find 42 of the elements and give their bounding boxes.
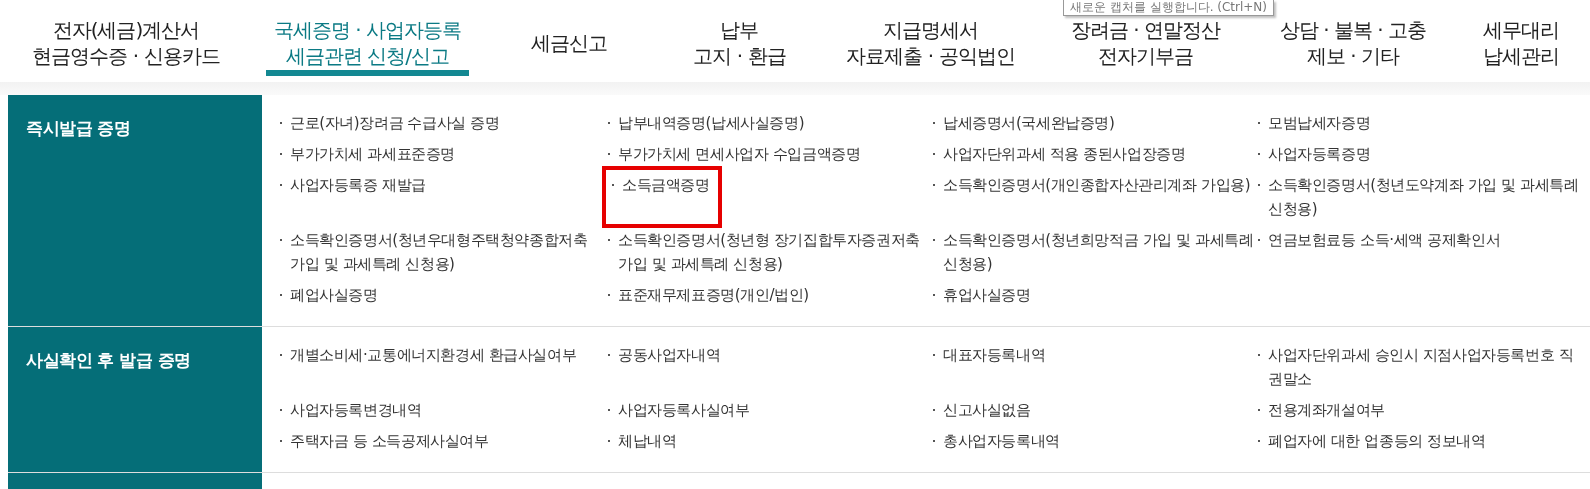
highlighted-link[interactable]: 소득금액증명 — [602, 166, 722, 228]
certificate-link[interactable]: 연금보험료등 소득·세액 공제확인서 — [1256, 228, 1501, 276]
nav-tab[interactable]: 세금신고 — [522, 17, 615, 76]
certificate-link[interactable]: 사업자단위과세 승인시 지점사업자등록번호 직권말소 — [1256, 343, 1580, 391]
certificate-link[interactable]: 휴업사실증명 — [931, 283, 1031, 307]
certificate-link[interactable]: 폐업사실증명 — [278, 283, 378, 307]
certificate-link[interactable]: 부가가치세 과세표준증명 — [278, 142, 455, 166]
certificate-link[interactable]: 납세증명서(국세완납증명) — [931, 111, 1115, 135]
nav-tab[interactable]: 전자(세금)계산서 현금영수증 · 신용카드 — [24, 17, 228, 76]
certificate-link[interactable]: 전용계좌개설여부 — [1256, 398, 1385, 422]
certificate-link[interactable]: 소득확인증명서(개인종합자산관리계좌 가입용) — [931, 173, 1251, 221]
certificate-link[interactable]: 소득확인증명서(청년희망적금 가입 및 과세특례 신청용) — [931, 228, 1255, 276]
certificate-link[interactable]: 사업자등록변경내역 — [278, 398, 422, 422]
nav-tab[interactable]: 납부 고지 · 환급 — [685, 17, 794, 76]
tooltip: 새로운 캡처를 실행합니다. (Ctrl+N) — [1063, 0, 1274, 16]
section-header: 즉시발급 증명 — [8, 95, 262, 326]
certificate-link[interactable]: 사업자단위과세 적용 종된사업장증명 — [931, 142, 1186, 166]
certificate-link[interactable]: 개별소비세·교통에너지환경세 환급사실여부 — [278, 343, 577, 391]
certificate-link[interactable]: 소득확인증명서(청년형 장기집합투자증권저축 가입 및 과세특례 신청용) — [606, 228, 930, 276]
certificate-link[interactable]: 사업자등록증명 — [1256, 142, 1371, 166]
nav-tab[interactable]: 지급명세서 자료제출 · 공익법인 — [838, 17, 1023, 76]
certificate-link[interactable]: 소득확인증명서(청년도약계좌 가입 및 과세특례 신청용) — [1256, 173, 1580, 221]
certificate-link[interactable]: 모범납세자증명 — [1256, 111, 1371, 135]
certificate-link[interactable]: 공동사업자내역 — [606, 343, 721, 391]
certificate-link[interactable]: 폐업자에 대한 업종등의 정보내역 — [1256, 429, 1486, 453]
certificate-link[interactable]: 주택자금 등 소득공제사실여부 — [278, 429, 489, 453]
certificate-link[interactable]: 소득확인증명서(청년우대형주택청약종합저축 가입 및 과세특례 신청용) — [278, 228, 602, 276]
certificate-link[interactable]: 근로(자녀)장려금 수급사실 증명 — [278, 111, 500, 135]
certificate-link[interactable]: 사업자등록사실여부 — [606, 398, 750, 422]
nav-tab[interactable]: 상담 · 불복 · 고충 제보 · 기타 — [1271, 17, 1435, 76]
certificate-link[interactable]: 총사업자등록내역 — [931, 429, 1060, 453]
nav-tab[interactable]: 장려금 · 연말정산 전자기부금 — [1062, 17, 1229, 76]
certificate-link[interactable]: 체납내역 — [606, 429, 677, 453]
certificate-link[interactable]: 사업자등록증 재발급 — [278, 173, 426, 221]
nav-tab[interactable]: 국세증명 · 사업자등록 세금관련 신청/신고 — [265, 17, 470, 76]
certificate-link[interactable]: 표준재무제표증명(개인/법인) — [606, 283, 809, 307]
section-header: 사실확인 후 발급 증명 — [8, 327, 262, 472]
certificate-link[interactable]: 부가가치세 면세사업자 수입금액증명 — [606, 142, 861, 166]
certificate-link[interactable]: 신고사실없음 — [931, 398, 1031, 422]
certificate-link[interactable]: 대표자등록내역 — [931, 343, 1046, 391]
nav-tab[interactable]: 세무대리 납세관리 — [1474, 17, 1567, 76]
certificate-link[interactable]: 납부내역증명(납세사실증명) — [606, 111, 805, 135]
